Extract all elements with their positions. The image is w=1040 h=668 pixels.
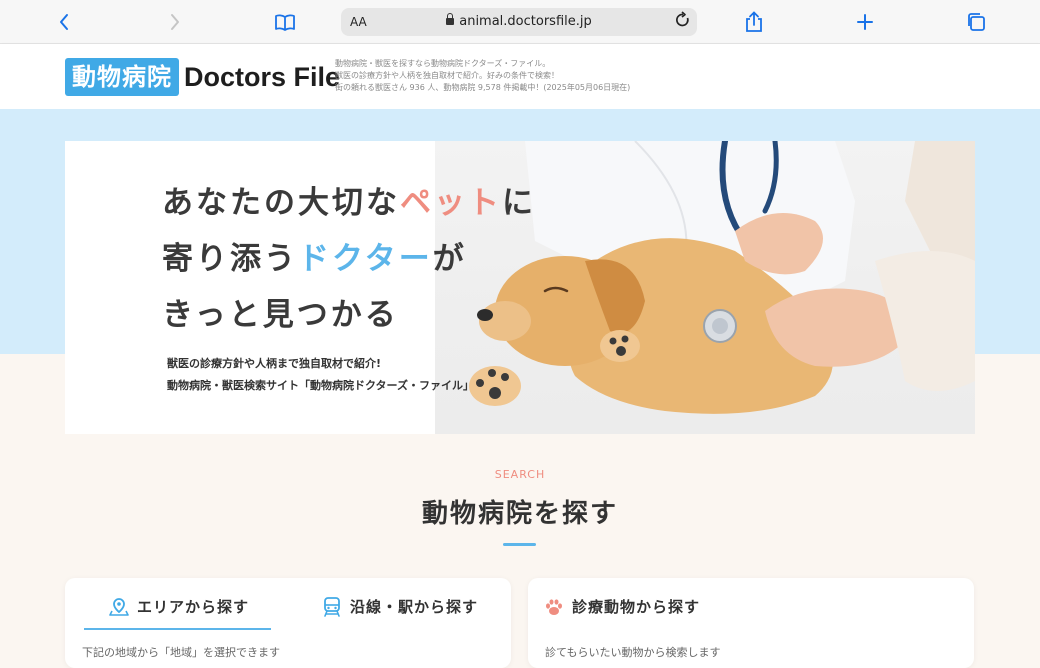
headline-accent-pet: ペット — [400, 185, 502, 221]
tagline-line: 街の頼れる獣医さん 936 人、動物病院 9,578 件掲載中！(2025年05… — [335, 83, 631, 92]
tagline-line: 獣医の診療方針や人柄を独自取材で紹介。好みの条件で検索！ — [335, 71, 559, 80]
tab-area-search[interactable]: エリアから探す — [109, 596, 249, 617]
headline-text: が — [432, 241, 467, 277]
headline-text: に — [502, 185, 536, 221]
share-button[interactable] — [740, 8, 768, 36]
section-eyebrow: SEARCH — [494, 468, 546, 481]
tab-label: エリアから探す — [137, 598, 250, 616]
logo-jp-text: 動物病院 — [65, 58, 179, 96]
tagline-line: 動物病院・獣医を探すなら動物病院ドクターズ・ファイル。 — [335, 59, 551, 68]
animal-search-card: 診療動物から探す 診てもらいたい動物から検索します — [528, 578, 974, 668]
hero-subcopy: 獣医の診療方針や人柄まで独自取材で紹介! 動物病院・獣医検索サイト「動物病院ドク… — [167, 353, 474, 397]
site-tagline: 動物病院・獣医を探すなら動物病院ドクターズ・ファイル。 獣医の診療方針や人柄を独… — [335, 58, 630, 94]
section-title: 動物病院を探す — [421, 499, 618, 529]
headline-text: あなたの大切な — [162, 185, 400, 221]
url-display[interactable]: animal.doctorsfile.jp — [341, 13, 697, 29]
plus-icon — [857, 14, 873, 30]
tab-label: 診療動物から探す — [572, 598, 701, 616]
title-divider — [503, 543, 536, 546]
forward-button[interactable] — [161, 8, 189, 36]
url-text: animal.doctorsfile.jp — [459, 14, 592, 29]
tab-animal-search[interactable]: 診療動物から探す — [544, 596, 700, 617]
back-button[interactable] — [50, 8, 78, 36]
card-description: 診てもらいたい動物から検索します — [545, 646, 721, 659]
map-pin-icon — [109, 597, 129, 617]
headline-text: きっと見つかる — [162, 297, 399, 333]
headline-text: 寄り添う — [162, 241, 298, 277]
headline-accent-doctor: ドクター — [298, 241, 433, 277]
bookmarks-button[interactable] — [271, 8, 299, 36]
tabs-icon — [968, 13, 985, 31]
subcopy-line: 獣医の診療方針や人柄まで独自取材で紹介! — [167, 357, 382, 370]
lock-icon — [446, 13, 455, 25]
paw-icon — [544, 597, 564, 617]
reload-icon — [676, 11, 689, 27]
reload-button[interactable] — [675, 11, 691, 33]
browser-toolbar: AA animal.doctorsfile.jp — [0, 0, 1040, 44]
hero-headline: あなたの大切なペットに 寄り添うドクターが きっと見つかる — [162, 175, 536, 343]
tab-line-station-search[interactable]: 沿線・駅から探す — [322, 596, 478, 617]
subcopy-line: 動物病院・獣医検索サイト「動物病院ドクターズ・ファイル」 — [167, 379, 475, 392]
area-line-search-card: エリアから探す 沿線・駅から探す 下記の地域から「地域」を選択できます — [65, 578, 511, 668]
address-bar[interactable]: AA animal.doctorsfile.jp — [341, 8, 697, 36]
logo-en-text: Doctors File — [184, 61, 341, 92]
tab-label: 沿線・駅から探す — [350, 598, 479, 616]
site-header: 動物病院 Doctors File 動物病院・獣医を探すなら動物病院ドクターズ・… — [0, 44, 1040, 109]
new-tab-button[interactable] — [851, 8, 879, 36]
book-icon — [275, 14, 295, 31]
card-description: 下記の地域から「地域」を選択できます — [82, 646, 280, 659]
share-icon — [746, 11, 762, 32]
tabs-button[interactable] — [962, 8, 990, 36]
hero-banner: あなたの大切なペットに 寄り添うドクターが きっと見つかる 獣医の診療方針や人柄… — [65, 141, 975, 434]
train-icon — [322, 596, 342, 617]
active-tab-indicator — [84, 628, 271, 630]
chevron-right-icon — [171, 14, 179, 30]
chevron-left-icon — [60, 14, 68, 30]
site-logo[interactable]: 動物病院 Doctors File — [65, 58, 340, 96]
